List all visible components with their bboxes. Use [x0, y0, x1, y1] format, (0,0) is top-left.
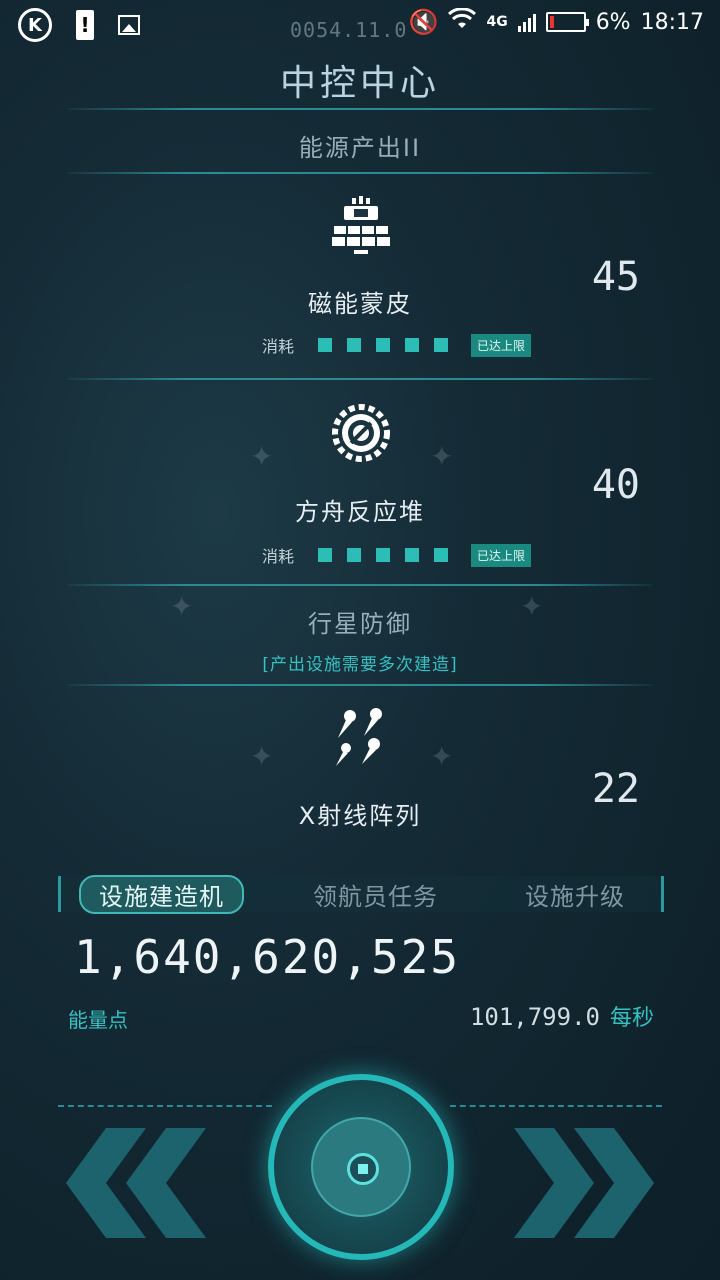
- tab-facility-builder[interactable]: 设施建造机: [79, 874, 244, 914]
- background-star-icon: ✦: [430, 740, 454, 773]
- solar-panel-icon[interactable]: [330, 196, 392, 258]
- consume-pip: [434, 548, 449, 562]
- signal-icon: [517, 12, 536, 32]
- facility-count: 40: [591, 462, 640, 508]
- status-bar: K ! 0054.11.0 🔇 4G 6% 18:17: [0, 0, 720, 50]
- consume-label: 消耗: [262, 337, 295, 356]
- divider: [58, 1105, 272, 1107]
- background-star-icon: ✦: [250, 440, 274, 473]
- tab-bar: 设施建造机 领航员任务 设施升级: [58, 874, 664, 914]
- consume-row: 消耗 已达上限: [262, 543, 532, 567]
- divider: [68, 108, 652, 110]
- consume-label: 消耗: [262, 547, 295, 566]
- status-badge: 已达上限: [471, 333, 532, 357]
- consume-pip: [318, 548, 333, 562]
- section-heading-defense: 行星防御: [308, 610, 412, 638]
- energy-rate: 101,799.0 每秒: [470, 1000, 654, 1032]
- consume-pip: [405, 338, 420, 352]
- section-note: [产出设施需要多次建造]: [262, 655, 458, 675]
- section-heading-energy: 能源产出II: [298, 134, 422, 162]
- consume-pip: [347, 548, 362, 562]
- divider: [68, 378, 652, 380]
- tab-navigator-missions[interactable]: 领航员任务: [295, 877, 456, 912]
- clock: 18:17: [640, 9, 704, 35]
- build-button[interactable]: [268, 1074, 454, 1260]
- build-button-inner: [311, 1117, 411, 1217]
- background-star-icon: ✦: [430, 440, 454, 473]
- consume-row: 消耗 已达上限: [262, 333, 532, 357]
- reactor-gear-icon[interactable]: [330, 402, 392, 464]
- network-type: 4G: [486, 14, 508, 30]
- page-title: 中控中心: [279, 63, 440, 104]
- divider: [68, 584, 652, 586]
- consume-pip: [376, 338, 391, 352]
- game-date: 0054.11.0: [290, 18, 408, 42]
- status-badge: 已达上限: [471, 543, 532, 567]
- xray-array-icon[interactable]: [330, 706, 392, 768]
- wifi-icon: [448, 7, 477, 36]
- consume-pip: [376, 548, 391, 562]
- divider: [450, 1105, 662, 1107]
- facility-count: 45: [591, 254, 640, 300]
- energy-points-value: 1,640,620,525: [74, 930, 461, 984]
- next-arrow-button[interactable]: [504, 1128, 654, 1238]
- energy-rate-value: 101,799.0: [469, 1003, 600, 1031]
- battery-icon: [545, 12, 589, 32]
- facility-count: 22: [591, 766, 640, 812]
- alert-icon: !: [76, 10, 94, 40]
- energy-rate-unit: 每秒: [609, 1006, 654, 1031]
- divider: [68, 684, 652, 686]
- mute-icon: 🔇: [408, 8, 439, 36]
- consume-pip: [318, 338, 333, 352]
- energy-points-label: 能量点: [68, 1008, 128, 1032]
- background-star-icon: ✦: [250, 740, 274, 773]
- tab-facility-upgrade[interactable]: 设施升级: [507, 877, 643, 912]
- divider: [68, 172, 652, 174]
- k-app-icon: K: [18, 8, 52, 42]
- previous-arrow-button[interactable]: [66, 1128, 216, 1238]
- consume-pip: [434, 338, 449, 352]
- consume-pip: [347, 338, 362, 352]
- battery-percent: 6%: [595, 9, 631, 35]
- image-icon: [118, 15, 140, 35]
- consume-pip: [405, 548, 420, 562]
- build-button-core-icon: [347, 1153, 379, 1185]
